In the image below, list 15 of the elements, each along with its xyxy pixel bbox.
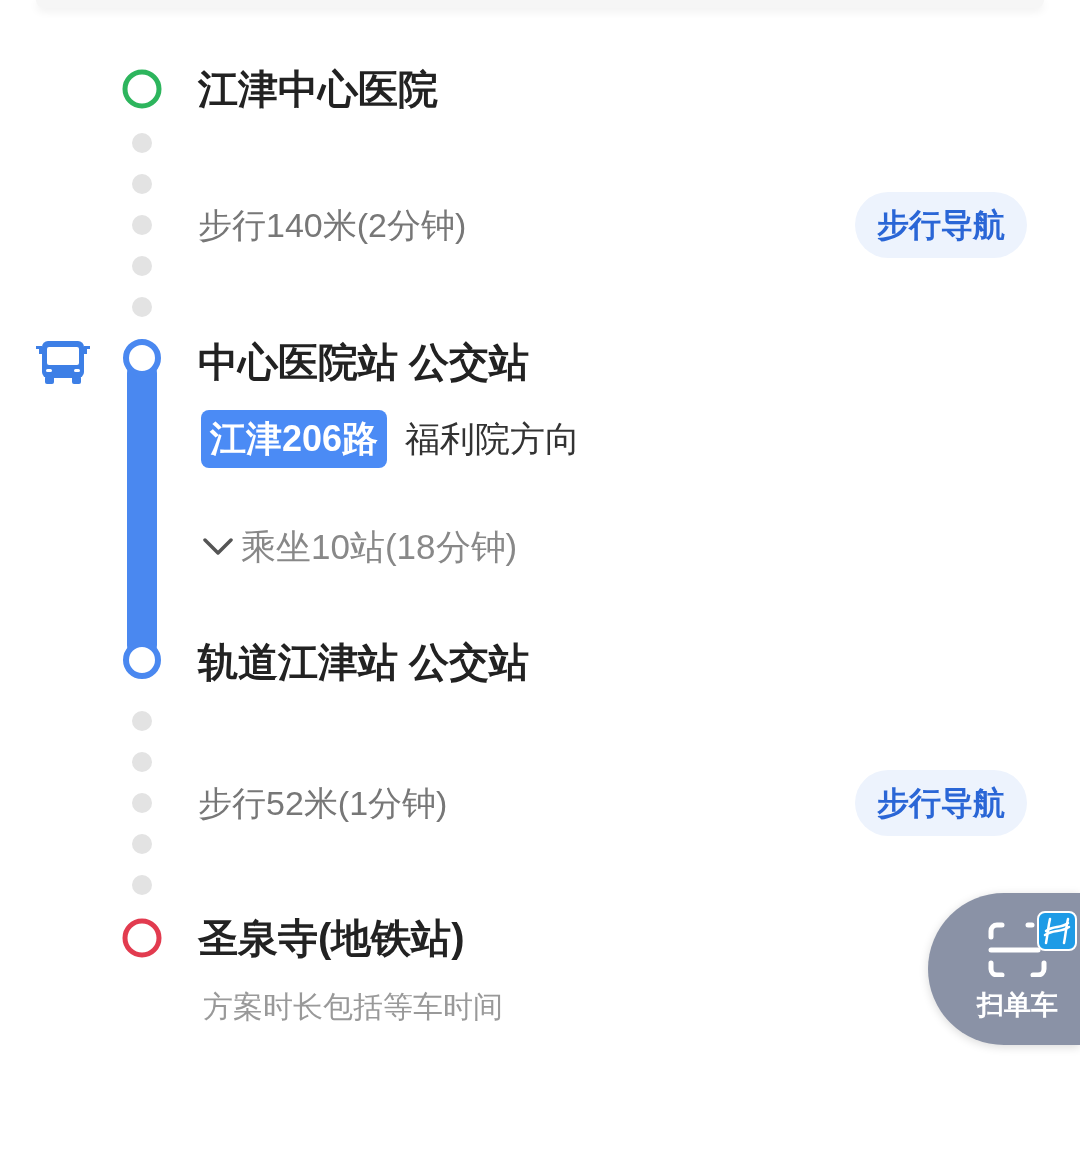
stop-name: 轨道江津站 公交站 xyxy=(198,639,530,686)
walk-info: 步行140米(2分钟) xyxy=(198,204,467,246)
route-badge: 江津206路 xyxy=(201,410,388,468)
stop-name: 中心医院站 公交站 xyxy=(198,339,530,386)
walk-info: 步行52米(1分钟) xyxy=(198,782,448,824)
place-name: 圣泉寺(地铁站) xyxy=(198,915,465,962)
walk-navigation-button[interactable]: 步行导航 xyxy=(855,770,1027,836)
ride-stops-toggle[interactable]: 乘坐10站(18分钟) xyxy=(203,527,518,567)
bus-icon xyxy=(36,340,90,384)
scan-icon xyxy=(988,911,1078,977)
direction-text: 福利院方向 xyxy=(405,417,581,460)
walk-navigation-button[interactable]: 步行导航 xyxy=(855,192,1027,258)
place-name: 江津中心医院 xyxy=(198,66,438,113)
note-text: 方案时长包括等车时间 xyxy=(203,988,503,1025)
scan-bike-button[interactable]: 扫单车 xyxy=(928,893,1080,1045)
